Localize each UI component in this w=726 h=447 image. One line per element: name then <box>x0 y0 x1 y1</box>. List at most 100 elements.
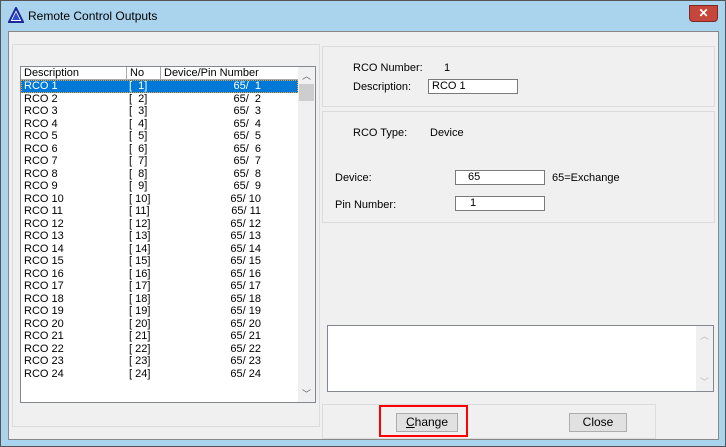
device-note: 65=Exchange <box>552 172 620 184</box>
row-device-pin: 65/ 9 <box>233 180 261 192</box>
row-number: [ 13] <box>129 230 151 242</box>
scroll-up-icon[interactable]: ︿ <box>298 69 315 82</box>
list-scrollbar[interactable]: ︿ ﹀ <box>298 67 315 402</box>
row-device-pin: 65/ 17 <box>230 280 261 292</box>
list-row[interactable]: RCO 9 [ 9] 65/ 9 <box>21 180 298 193</box>
change-button[interactable]: Change <box>396 413 458 432</box>
row-device-pin: 65/ 13 <box>230 230 261 242</box>
scroll-down-icon[interactable]: ﹀ <box>298 387 315 400</box>
close-button[interactable]: Close <box>569 413 627 432</box>
scroll-thumb[interactable] <box>299 84 314 101</box>
row-device-pin: 65/ 18 <box>230 292 261 305</box>
row-device-pin: 65/ 16 <box>230 267 261 280</box>
row-device-pin: 65/ 10 <box>230 192 261 205</box>
title-bar[interactable]: Remote Control Outputs ✕ <box>1 1 725 31</box>
row-number: [ 16] <box>129 267 151 280</box>
description-input[interactable]: RCO 1 <box>428 79 518 94</box>
row-number: [ 6] <box>129 142 148 155</box>
row-description: RCO 18 <box>24 292 64 305</box>
row-description: RCO 23 <box>24 355 64 367</box>
message-box[interactable]: ︿ ﹀ <box>327 325 714 392</box>
description-label: Description: <box>353 81 412 93</box>
row-number: [ 4] <box>129 117 148 130</box>
list-row[interactable]: RCO 6 [ 6] 65/ 6 <box>21 143 298 156</box>
list-row[interactable]: RCO 17 [ 17] 65/ 17 <box>21 280 298 293</box>
row-description: RCO 19 <box>24 305 64 317</box>
row-number: [ 9] <box>129 180 148 192</box>
message-scrollbar[interactable]: ︿ ﹀ <box>696 326 713 391</box>
device-input[interactable]: 65 <box>455 170 545 185</box>
list-row[interactable]: RCO 14 [ 14] 65/ 14 <box>21 243 298 256</box>
row-device-pin: 65/ 7 <box>233 155 261 167</box>
list-row[interactable]: RCO 19 [ 19] 65/ 19 <box>21 305 298 318</box>
row-description: RCO 5 <box>24 130 58 142</box>
row-number: [ 24] <box>129 367 151 380</box>
rco-info-group: RCO Number: 1 Description: RCO 1 <box>322 46 715 107</box>
row-number: [ 11] <box>129 205 150 217</box>
list-row[interactable]: RCO 22 [ 22] 65/ 22 <box>21 343 298 356</box>
column-device-pin[interactable]: Device/Pin Number <box>161 67 298 80</box>
window-close-button[interactable]: ✕ <box>689 5 718 22</box>
row-number: [ 18] <box>129 292 151 305</box>
row-description: RCO 15 <box>24 255 64 267</box>
dialog-window: Remote Control Outputs ✕ Description No … <box>0 0 726 447</box>
row-description: RCO 22 <box>24 342 64 355</box>
list-group: Description No Device/Pin Number RCO 1 [ … <box>12 44 320 427</box>
scroll-up-icon[interactable]: ︿ <box>696 329 713 342</box>
rco-number-value: 1 <box>444 62 451 74</box>
row-number: [ 3] <box>129 105 148 117</box>
row-description: RCO 20 <box>24 317 64 330</box>
row-number: [ 8] <box>129 167 148 180</box>
row-description: RCO 9 <box>24 180 58 192</box>
list-row[interactable]: RCO 5 [ 5] 65/ 5 <box>21 130 298 143</box>
row-device-pin: 65/ 1 <box>233 80 261 92</box>
row-number: [ 7] <box>129 155 148 167</box>
row-device-pin: 65/ 5 <box>233 130 261 142</box>
list-row[interactable]: RCO 13 [ 13] 65/ 13 <box>21 230 298 243</box>
list-row[interactable]: RCO 4 [ 4] 65/ 4 <box>21 118 298 131</box>
row-device-pin: 65/ 23 <box>230 355 261 367</box>
list-row[interactable]: RCO 20 [ 20] 65/ 20 <box>21 318 298 331</box>
row-number: [ 14] <box>129 242 151 255</box>
row-description: RCO 24 <box>24 367 64 380</box>
row-device-pin: 65/ 11 <box>231 205 261 217</box>
list-row[interactable]: RCO 24 [ 24] 65/ 24 <box>21 368 298 381</box>
list-row[interactable]: RCO 2 [ 2] 65/ 2 <box>21 93 298 106</box>
list-row[interactable]: RCO 3 [ 3] 65/ 3 <box>21 105 298 118</box>
rco-list[interactable]: Description No Device/Pin Number RCO 1 [ … <box>20 66 316 403</box>
column-no[interactable]: No <box>127 67 161 80</box>
list-row[interactable]: RCO 23 [ 23] 65/ 23 <box>21 355 298 368</box>
list-row[interactable]: RCO 7 [ 7] 65/ 7 <box>21 155 298 168</box>
row-description: RCO 6 <box>24 142 58 155</box>
row-number: [ 21] <box>129 330 151 342</box>
row-device-pin: 65/ 19 <box>230 305 261 317</box>
row-number: [ 2] <box>129 92 148 105</box>
window-title: Remote Control Outputs <box>28 9 158 23</box>
list-row[interactable]: RCO 12 [ 12] 65/ 12 <box>21 218 298 231</box>
list-row[interactable]: RCO 18 [ 18] 65/ 18 <box>21 293 298 306</box>
row-description: RCO 4 <box>24 117 58 130</box>
list-row[interactable]: RCO 11 [ 11] 65/ 11 <box>21 205 298 218</box>
list-row[interactable]: RCO 1 [ 1] 65/ 1 <box>21 80 298 93</box>
list-row[interactable]: RCO 10 [ 10] 65/ 10 <box>21 193 298 206</box>
list-row[interactable]: RCO 8 [ 8] 65/ 8 <box>21 168 298 181</box>
row-device-pin: 65/ 14 <box>230 242 261 255</box>
row-number: [ 15] <box>129 255 151 267</box>
row-number: [ 17] <box>129 280 151 292</box>
change-mnemonic: C <box>405 415 415 429</box>
row-description: RCO 14 <box>24 242 64 255</box>
list-row[interactable]: RCO 16 [ 16] 65/ 16 <box>21 268 298 281</box>
rco-number-label: RCO Number: <box>353 62 423 74</box>
row-number: [ 23] <box>129 355 151 367</box>
row-description: RCO 10 <box>24 192 64 205</box>
row-device-pin: 65/ 21 <box>230 330 261 342</box>
row-description: RCO 11 <box>24 205 63 217</box>
list-row[interactable]: RCO 15 [ 15] 65/ 15 <box>21 255 298 268</box>
column-description[interactable]: Description <box>21 67 127 80</box>
row-description: RCO 12 <box>24 217 64 230</box>
row-description: RCO 8 <box>24 167 58 180</box>
row-device-pin: 65/ 15 <box>230 255 261 267</box>
list-row[interactable]: RCO 21 [ 21] 65/ 21 <box>21 330 298 343</box>
pin-number-input[interactable]: 1 <box>455 196 545 211</box>
scroll-down-icon[interactable]: ﹀ <box>696 375 713 388</box>
